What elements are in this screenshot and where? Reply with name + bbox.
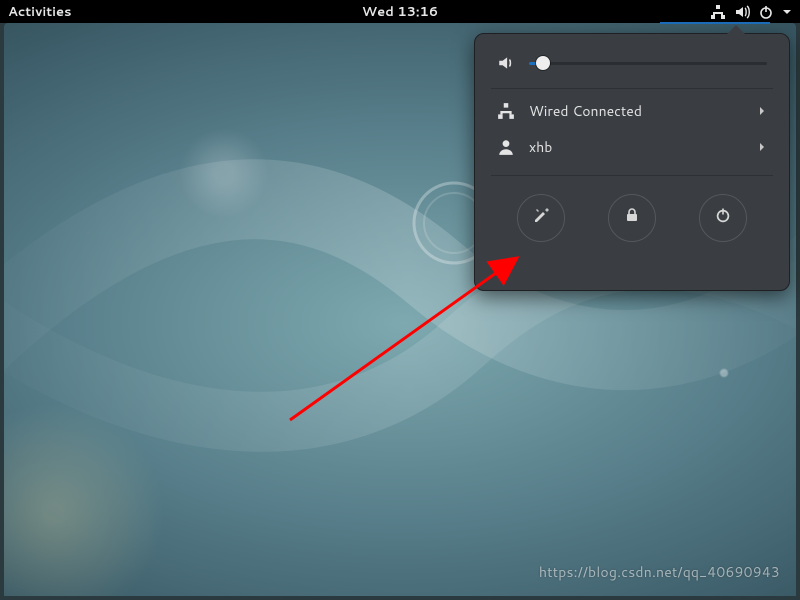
watermark-text: https://blog.csdn.net/qq_40690943 (539, 562, 780, 582)
separator (491, 175, 773, 176)
volume-icon (497, 54, 515, 72)
power-icon (714, 206, 732, 230)
clock[interactable]: Wed 13:16 (362, 3, 438, 21)
power-icon (758, 4, 774, 20)
network-wired-icon (710, 4, 726, 20)
slider-thumb[interactable] (536, 56, 550, 70)
activities-button[interactable]: Activities (8, 3, 72, 21)
chevron-right-icon (757, 137, 767, 157)
volume-icon (734, 4, 750, 20)
active-indicator (660, 22, 770, 24)
settings-icon (532, 206, 550, 230)
chevron-right-icon (757, 101, 767, 121)
power-button[interactable] (699, 194, 747, 242)
network-wired-icon (497, 102, 515, 120)
user-label: xhb (529, 137, 743, 157)
volume-slider[interactable] (529, 56, 767, 70)
top-bar: Activities Wed 13:16 (0, 0, 800, 23)
volume-row (491, 52, 773, 84)
system-menu-popup: Wired Connected xhb (474, 33, 790, 291)
network-row[interactable]: Wired Connected (491, 93, 773, 129)
user-row[interactable]: xhb (491, 129, 773, 165)
settings-button[interactable] (517, 194, 565, 242)
network-label: Wired Connected (529, 101, 743, 121)
action-button-row (491, 180, 773, 244)
separator (491, 88, 773, 89)
lock-icon (623, 206, 641, 230)
system-status-area[interactable] (710, 4, 792, 20)
lock-button[interactable] (608, 194, 656, 242)
user-icon (497, 138, 515, 156)
chevron-down-icon (782, 4, 792, 20)
